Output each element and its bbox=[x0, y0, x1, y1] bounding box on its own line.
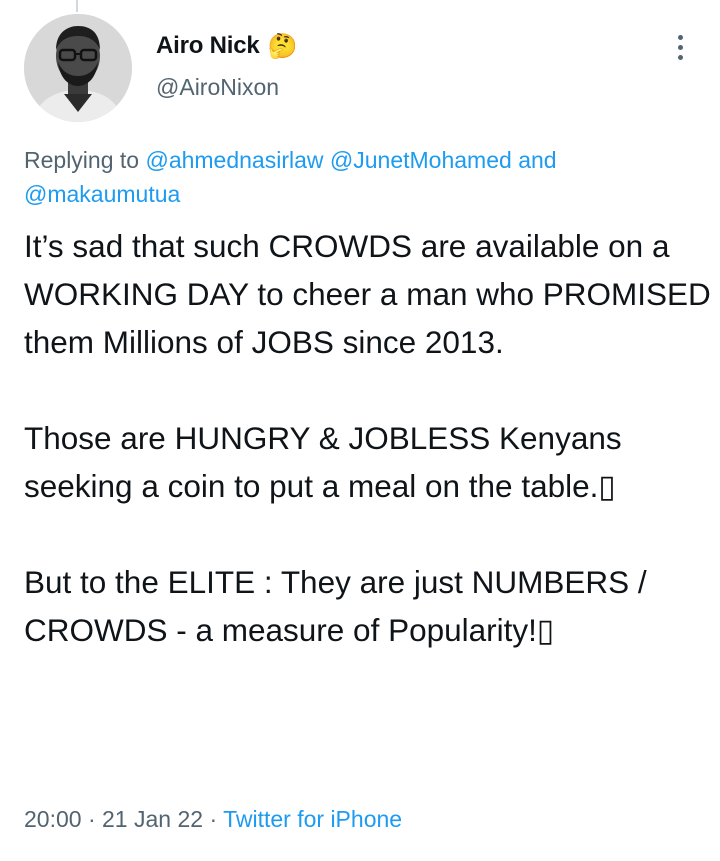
author-display-name[interactable]: Airo Nick bbox=[156, 32, 260, 60]
tweet-source-link[interactable]: Twitter for iPhone bbox=[223, 806, 402, 832]
thinking-face-emoji-icon: 🤔 bbox=[267, 32, 298, 60]
replying-to-label: Replying to bbox=[24, 147, 140, 173]
mention-link-ahmednasirlaw[interactable]: @ahmednasirlaw bbox=[145, 147, 323, 173]
mention-link-makaumutua[interactable]: @makaumutua bbox=[24, 181, 180, 207]
replying-conjunction[interactable]: and bbox=[518, 147, 556, 173]
tweet-text: It’s sad that such CROWDS are available … bbox=[24, 222, 714, 654]
tweet-paragraph-2: Those are HUNGRY & JOBLESS Kenyans seeki… bbox=[24, 420, 622, 504]
meta-separator: · bbox=[87, 806, 96, 832]
more-dot-icon bbox=[677, 34, 683, 40]
tweet-date[interactable]: 21 Jan 22 bbox=[102, 806, 203, 832]
tweet-time[interactable]: 20:00 bbox=[24, 806, 82, 832]
replying-to-line: Replying to @ahmednasirlaw @JunetMohamed… bbox=[24, 143, 704, 211]
avatar[interactable] bbox=[24, 14, 132, 122]
more-options-button[interactable] bbox=[668, 30, 692, 64]
tweet-meta: 20:00 · 21 Jan 22 · Twitter for iPhone bbox=[24, 806, 402, 833]
author-handle[interactable]: @AiroNixon bbox=[156, 74, 279, 101]
more-dot-icon bbox=[677, 54, 683, 60]
tweet-paragraph-3: But to the ELITE : They are just NUMBERS… bbox=[24, 564, 647, 648]
meta-separator: · bbox=[209, 806, 218, 832]
thread-connector-line bbox=[76, 0, 78, 12]
author-name-row[interactable]: Airo Nick 🤔 bbox=[156, 32, 297, 60]
more-dot-icon bbox=[677, 44, 683, 50]
tweet-paragraph-1: It’s sad that such CROWDS are available … bbox=[24, 228, 711, 360]
mention-link-junetmohamed[interactable]: @JunetMohamed bbox=[330, 147, 512, 173]
avatar-photo bbox=[24, 14, 132, 122]
